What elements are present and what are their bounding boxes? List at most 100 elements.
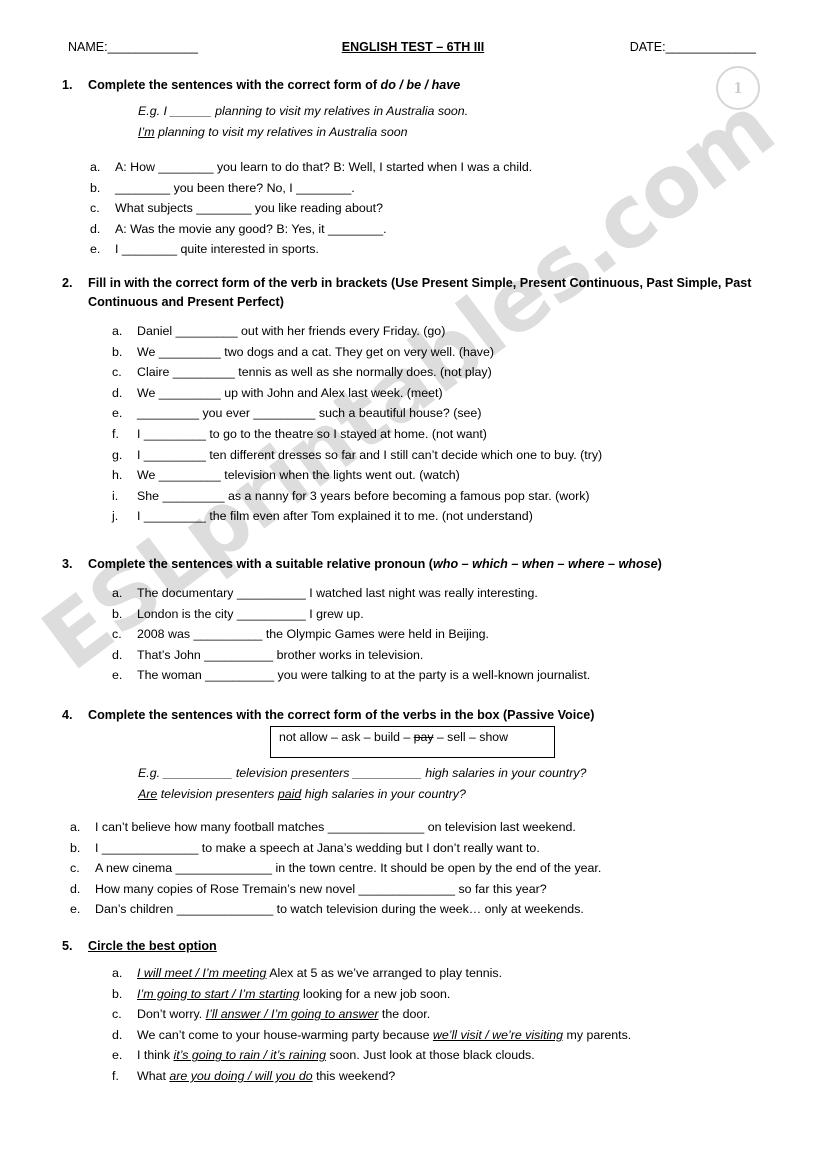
- worksheet-page: ESLprintables.com NAME:_____________ ENG…: [0, 0, 826, 1169]
- verb-box-before-strike: not allow – ask – build –: [279, 730, 414, 744]
- exercise-5: 5. Circle the best option a. I will meet …: [0, 937, 826, 1087]
- list-item[interactable]: d. We can’t come to your house-warming pa…: [0, 1025, 826, 1046]
- list-item[interactable]: c. A new cinema ______________ in the tow…: [0, 858, 826, 879]
- item-option-choice[interactable]: we’ll visit / we’re visiting: [433, 1028, 563, 1042]
- list-item[interactable]: f. What are you doing / will you do this …: [0, 1066, 826, 1087]
- exercise-4-example-answer-a: Are: [138, 787, 158, 801]
- exercise-4-items: a. I can’t believe how many football matc…: [0, 817, 826, 920]
- exercise-3-items: a. The documentary __________ I watched l…: [0, 583, 826, 686]
- exercise-4: 4. Complete the sentences with the corre…: [0, 706, 826, 725]
- list-item[interactable]: a. A: How ________ you learn to do that? …: [0, 157, 826, 178]
- list-item[interactable]: g. I _________ ten different dresses so f…: [0, 445, 826, 466]
- list-item[interactable]: b. ________ you been there? No, I _______…: [0, 178, 826, 199]
- verb-box-after-strike: – sell – show: [433, 730, 509, 744]
- page-number-text: 1: [733, 78, 743, 97]
- list-item[interactable]: c. Don’t worry. I’ll answer / I’m going t…: [0, 1004, 826, 1025]
- list-item[interactable]: d. A: Was the movie any good? B: Yes, it …: [0, 219, 826, 240]
- exercise-3-title-pre: Complete the sentences with a suitable r…: [88, 557, 433, 571]
- item-label: j.: [112, 509, 119, 524]
- list-item[interactable]: a. I can’t believe how many football matc…: [0, 817, 826, 838]
- item-post: this weekend?: [312, 1068, 396, 1083]
- exercise-4-title-pre: Complete the sentences with the correct …: [88, 708, 595, 722]
- item-text: I can’t believe how many football matche…: [95, 820, 576, 834]
- list-item[interactable]: h. We _________ television when the light…: [0, 465, 826, 486]
- exercise-5-items: a. I will meet / I’m meeting Alex at 5 as…: [0, 963, 826, 1087]
- item-label: b.: [90, 180, 101, 195]
- list-item[interactable]: a. Daniel _________ out with her friends …: [0, 321, 826, 342]
- list-item[interactable]: b. We _________ two dogs and a cat. They …: [0, 342, 826, 363]
- list-item[interactable]: d. How many copies of Rose Tremain’s new …: [0, 879, 826, 900]
- item-label: g.: [112, 447, 123, 462]
- item-option-choice[interactable]: it’s going to rain / it’s raining: [174, 1048, 326, 1062]
- item-text: We can’t come to your house-warming part…: [137, 1025, 631, 1046]
- item-pre: What: [137, 1068, 170, 1083]
- item-text: How many copies of Rose Tremain’s new no…: [95, 881, 547, 896]
- exercise-4-example: E.g. __________ television presenters __…: [138, 763, 826, 805]
- item-option-choice[interactable]: I will meet / I’m meeting: [137, 966, 266, 980]
- date-field[interactable]: DATE:_____________: [630, 40, 756, 54]
- exercise-1-title-pre: Complete the sentences with the correct …: [88, 78, 381, 92]
- list-item[interactable]: b. I ______________ to make a speech at J…: [0, 838, 826, 859]
- item-label: c.: [112, 627, 122, 642]
- list-item[interactable]: e. I ________ quite interested in sports.: [0, 239, 826, 260]
- item-label: a.: [112, 966, 123, 980]
- item-label: f.: [112, 1068, 119, 1083]
- item-option-choice[interactable]: are you doing / will you do: [169, 1069, 312, 1083]
- list-item[interactable]: f. I _________ to go to the theatre so I …: [0, 424, 826, 445]
- exercise-5-title-pre: Circle the best option: [88, 939, 217, 953]
- list-item[interactable]: a. The documentary __________ I watched l…: [0, 583, 826, 604]
- exercise-3-title-italic: who – which – when – where – whose: [433, 557, 658, 571]
- item-label: b.: [112, 986, 123, 1001]
- list-item[interactable]: c. What subjects ________ you like readin…: [0, 198, 826, 219]
- list-item[interactable]: i. She _________ as a nanny for 3 years b…: [0, 486, 826, 507]
- item-label: i.: [112, 488, 119, 503]
- item-text: I _________ the film even after Tom expl…: [137, 509, 533, 524]
- item-label: a.: [112, 586, 123, 600]
- item-label: d.: [112, 1027, 123, 1042]
- list-item[interactable]: a. I will meet / I’m meeting Alex at 5 as…: [0, 963, 826, 984]
- item-label: a.: [70, 820, 81, 834]
- list-item[interactable]: c. Claire _________ tennis as well as she…: [0, 362, 826, 383]
- item-label: e.: [70, 902, 81, 917]
- item-pre: We can’t come to your house-warming part…: [137, 1027, 433, 1042]
- exercise-1-example: E.g. I ______ planning to visit my relat…: [138, 101, 826, 143]
- exercise-5-number: 5.: [62, 939, 73, 953]
- exercise-1: 1. Complete the sentences with the corre…: [0, 76, 826, 260]
- item-text: Dan’s children ______________ to watch t…: [95, 902, 584, 917]
- item-text: The woman __________ you were talking to…: [137, 668, 591, 683]
- exercise-2-title-pre: Fill in with the correct form of the ver…: [88, 276, 752, 309]
- item-text: Don’t worry. I’ll answer / I’m going to …: [137, 1004, 430, 1025]
- exercise-2-title: Fill in with the correct form of the ver…: [88, 274, 774, 312]
- list-item[interactable]: e. _________ you ever _________ such a be…: [0, 403, 826, 424]
- exercise-4-heading: 4. Complete the sentences with the corre…: [0, 706, 826, 725]
- list-item[interactable]: e. The woman __________ you were talking …: [0, 665, 826, 686]
- list-item[interactable]: j. I _________ the film even after Tom ex…: [0, 506, 826, 527]
- exercise-1-items: a. A: How ________ you learn to do that? …: [0, 157, 826, 260]
- item-text: I ________ quite interested in sports.: [115, 242, 319, 257]
- item-label: d.: [70, 881, 81, 896]
- list-item[interactable]: d. That’s John __________ brother works i…: [0, 645, 826, 666]
- verb-box-strikethrough-word: pay: [413, 730, 434, 744]
- item-label: d.: [112, 385, 123, 400]
- item-label: c.: [112, 365, 122, 380]
- item-text: Claire _________ tennis as well as she n…: [137, 365, 492, 380]
- item-text: _________ you ever _________ such a beau…: [137, 406, 482, 421]
- item-label: c.: [70, 861, 80, 876]
- list-item[interactable]: e. Dan’s children ______________ to watch…: [0, 899, 826, 920]
- list-item[interactable]: b. I’m going to start / I’m starting look…: [0, 984, 826, 1005]
- list-item[interactable]: b. London is the city __________ I grew u…: [0, 604, 826, 625]
- item-label: e.: [112, 668, 123, 683]
- item-text: I ______________ to make a speech at Jan…: [95, 840, 540, 855]
- exercise-4-example-answer-b: paid: [277, 787, 302, 801]
- exercise-5-heading: 5. Circle the best option: [0, 937, 826, 956]
- item-option-choice[interactable]: I’m going to start / I’m starting: [137, 987, 300, 1001]
- item-option-choice[interactable]: I’ll answer / I’m going to answer: [206, 1007, 379, 1021]
- exercise-2-heading: 2. Fill in with the correct form of the …: [0, 274, 826, 312]
- list-item[interactable]: e. I think it’s going to rain / it’s rain…: [0, 1045, 826, 1066]
- item-label: a.: [112, 324, 123, 338]
- exercise-1-example-answer-underlined: I’m: [138, 125, 155, 139]
- list-item[interactable]: d. We _________ up with John and Alex las…: [0, 383, 826, 404]
- item-post: the door.: [378, 1007, 431, 1022]
- exercise-2-number: 2.: [62, 276, 73, 290]
- list-item[interactable]: c. 2008 was __________ the Olympic Games …: [0, 624, 826, 645]
